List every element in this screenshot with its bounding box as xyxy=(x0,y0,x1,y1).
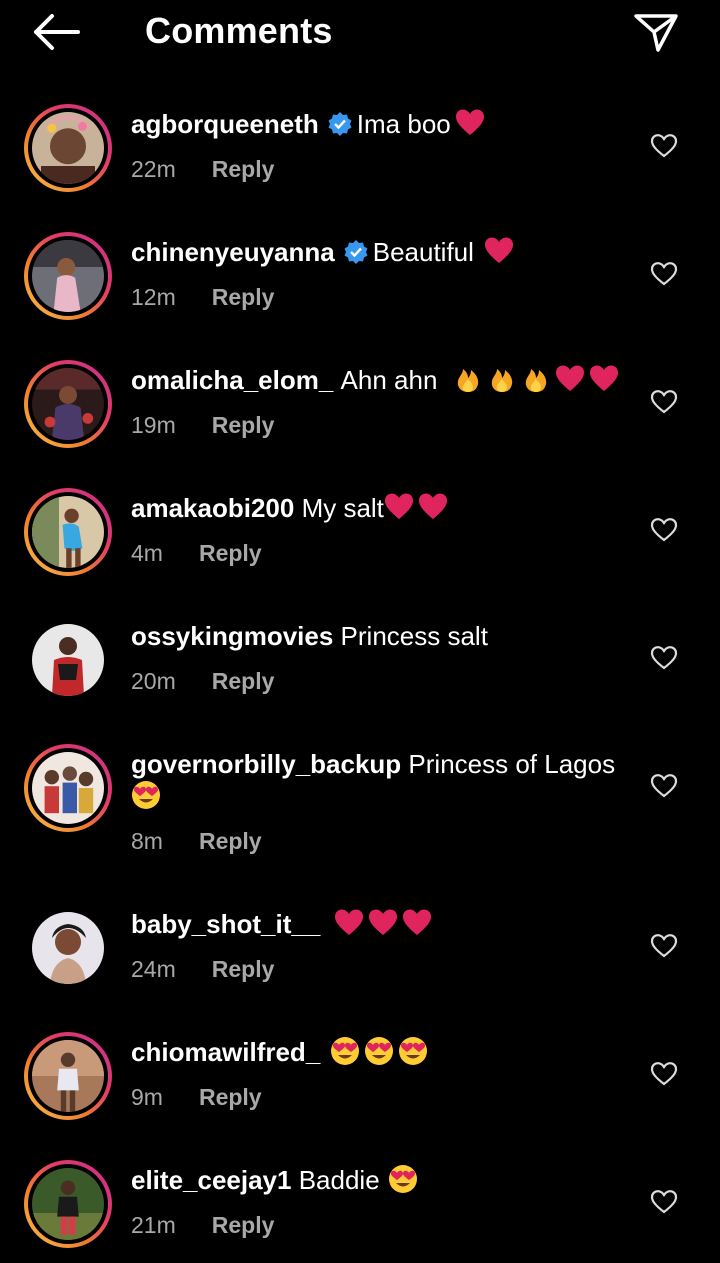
username[interactable]: chiomawilfred_ xyxy=(131,1037,320,1067)
comment-body: Princess salt xyxy=(340,621,488,651)
avatar[interactable] xyxy=(24,1032,112,1120)
arrow-left-icon xyxy=(34,14,80,50)
heart-outline-icon[interactable] xyxy=(650,517,678,543)
comment-text: governorbilly_backup Princess of Lagos xyxy=(131,748,641,812)
username[interactable]: agborqueeneth xyxy=(131,109,319,139)
reply-button[interactable]: Reply xyxy=(212,412,275,438)
verified-badge-icon xyxy=(344,240,368,264)
comment-body: Ima boo xyxy=(356,109,451,139)
avatar[interactable] xyxy=(24,616,112,704)
red-heart-emoji-icon xyxy=(384,493,413,519)
username[interactable]: governorbilly_backup xyxy=(131,749,401,779)
reply-button[interactable]: Reply xyxy=(199,540,262,566)
username[interactable]: omalicha_elom_ xyxy=(131,365,333,395)
reply-button[interactable]: Reply xyxy=(199,1084,262,1110)
comment-body: Princess of Lagos xyxy=(408,749,616,779)
red-heart-emoji-icon xyxy=(455,109,484,135)
timestamp: 9m xyxy=(131,1084,163,1110)
comment-meta: 22m Reply xyxy=(131,154,274,184)
heart-eyes-emoji-icon xyxy=(132,781,160,809)
timestamp: 24m xyxy=(131,956,176,982)
fire-emoji-icon xyxy=(457,369,478,392)
username[interactable]: amakaobi200 xyxy=(131,493,294,523)
avatar[interactable] xyxy=(24,232,112,320)
comment-meta: 20m Reply xyxy=(131,666,274,696)
comment-text: chiomawilfred_ xyxy=(131,1036,631,1068)
comment-text: elite_ceejay1 Baddie xyxy=(131,1164,631,1196)
comment-meta: 21m Reply xyxy=(131,1210,274,1240)
heart-outline-icon[interactable] xyxy=(650,1061,678,1087)
comment-meta: 4m Reply xyxy=(131,538,262,568)
avatar[interactable] xyxy=(24,360,112,448)
avatar[interactable] xyxy=(24,904,112,992)
heart-outline-icon[interactable] xyxy=(650,1189,678,1215)
fire-emoji-icon xyxy=(491,369,512,392)
timestamp: 20m xyxy=(131,668,176,694)
red-heart-emoji-icon xyxy=(589,365,618,391)
username[interactable]: ossykingmovies xyxy=(131,621,333,651)
avatar[interactable] xyxy=(24,104,112,192)
avatar[interactable] xyxy=(24,744,112,832)
heart-outline-icon[interactable] xyxy=(650,261,678,287)
avatar[interactable] xyxy=(24,488,112,576)
red-heart-emoji-icon xyxy=(555,365,584,391)
back-button[interactable] xyxy=(30,12,82,52)
timestamp: 8m xyxy=(131,828,163,854)
comment-text: amakaobi200 My salt xyxy=(131,492,631,524)
reply-button[interactable]: Reply xyxy=(212,156,275,182)
comment-meta: 12m Reply xyxy=(131,282,274,312)
red-heart-emoji-icon xyxy=(402,909,431,935)
comment-text: baby_shot_it__ xyxy=(131,908,631,940)
reply-button[interactable]: Reply xyxy=(212,668,275,694)
username[interactable]: elite_ceejay1 xyxy=(131,1165,291,1195)
header: Comments xyxy=(0,0,720,64)
heart-outline-icon[interactable] xyxy=(650,773,678,799)
heart-outline-icon[interactable] xyxy=(650,933,678,959)
red-heart-emoji-icon xyxy=(484,237,513,263)
heart-eyes-emoji-icon xyxy=(330,1037,359,1065)
page-title: Comments xyxy=(145,10,333,51)
heart-eyes-emoji-icon xyxy=(364,1037,393,1065)
heart-outline-icon[interactable] xyxy=(650,389,678,415)
timestamp: 21m xyxy=(131,1212,176,1238)
reply-button[interactable]: Reply xyxy=(212,956,275,982)
comment-body: Ahn ahn xyxy=(340,365,438,395)
comment-meta: 24m Reply xyxy=(131,954,274,984)
timestamp: 12m xyxy=(131,284,176,310)
heart-outline-icon[interactable] xyxy=(650,133,678,159)
comment-meta: 9m Reply xyxy=(131,1082,262,1112)
comment-text: agborqueeneth Ima boo xyxy=(131,108,631,140)
timestamp: 19m xyxy=(131,412,176,438)
heart-outline-icon[interactable] xyxy=(650,645,678,671)
red-heart-emoji-icon xyxy=(368,909,397,935)
avatar[interactable] xyxy=(24,1160,112,1248)
red-heart-emoji-icon xyxy=(418,493,447,519)
paper-plane-icon xyxy=(634,14,678,52)
comment-body: My salt xyxy=(301,493,384,523)
comment-text: omalicha_elom_ Ahn ahn xyxy=(131,364,631,396)
share-button[interactable] xyxy=(632,10,680,54)
reply-button[interactable]: Reply xyxy=(212,284,275,310)
reply-button[interactable]: Reply xyxy=(212,1212,275,1238)
username[interactable]: chinenyeuyanna xyxy=(131,237,335,267)
heart-eyes-emoji-icon xyxy=(388,1165,417,1193)
comment-text: ossykingmovies Princess salt xyxy=(131,620,631,652)
comment-meta: 19m Reply xyxy=(131,410,274,440)
timestamp: 22m xyxy=(131,156,176,182)
red-heart-emoji-icon xyxy=(334,909,363,935)
verified-badge-icon xyxy=(328,112,352,136)
reply-button[interactable]: Reply xyxy=(199,828,262,854)
comment-body: Baddie xyxy=(298,1165,380,1195)
username[interactable]: baby_shot_it__ xyxy=(131,909,320,939)
comment-body: Beautiful xyxy=(372,237,474,267)
timestamp: 4m xyxy=(131,540,163,566)
comment-text: chinenyeuyanna Beautiful xyxy=(131,236,631,268)
fire-emoji-icon xyxy=(525,369,546,392)
heart-eyes-emoji-icon xyxy=(398,1037,427,1065)
comment-meta: 8m Reply xyxy=(131,826,262,856)
